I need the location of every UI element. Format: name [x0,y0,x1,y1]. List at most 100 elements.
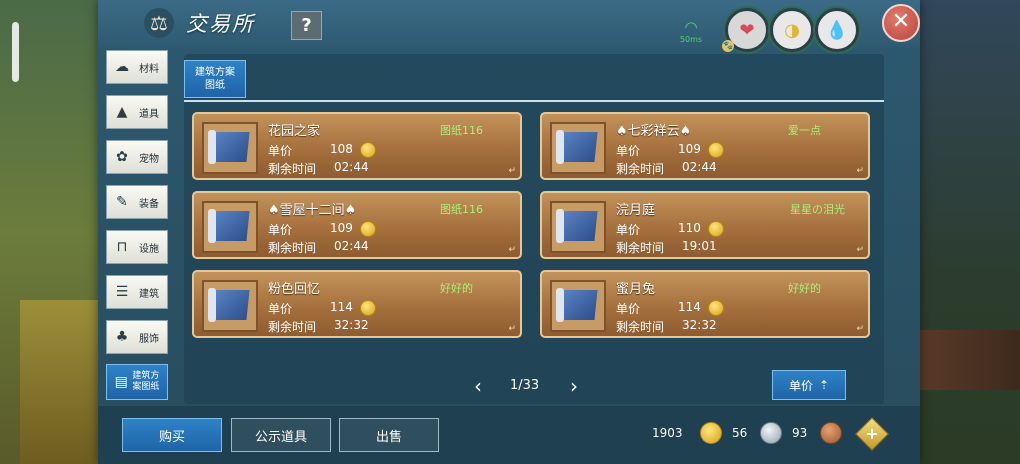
listing-name: 粉色回忆 [268,282,321,297]
gold-coin-icon [708,142,724,158]
time-label: 剩余时间 [616,162,665,176]
page-title: 交易所 [186,12,255,36]
gold-amount: 1903 [652,426,683,440]
plus-icon: + [865,424,879,443]
action-bar: 购买 公示道具 出售 1903 56 93 + [98,406,920,464]
listing-card[interactable]: 浣月庭 星星の泪光 单价 110 剩余时间 19:01 ↵ [540,191,870,259]
listing-seller: 星星の泪光 [790,203,845,216]
items-icon: ▲ [116,104,128,120]
listing-seller: 图纸116 [440,124,483,137]
exchange-window: ⚖ 交易所 ? ◠ 50ms ❤ 🐾 ◑ 💧 ✕ ☁ 材料 ▲ 道具 ✿ 宠物 … [98,0,920,464]
blueprint-thumbnail-icon [202,201,258,253]
silver-coin-icon [760,422,782,444]
listing-seller: 好好的 [440,282,473,295]
time-label: 剩余时间 [268,241,317,255]
sidebar-item-label: 建筑 [139,288,159,300]
help-button[interactable]: ? [291,11,322,40]
close-button[interactable]: ✕ [882,4,920,42]
pet-paw-icon: ✿ [116,149,128,165]
corner-ornament-icon: ↵ [508,166,516,176]
sidebar-item-building[interactable]: ☰ 建筑 [106,275,168,309]
time-label: 剩余时间 [268,162,317,176]
listing-time: 32:32 [682,318,717,332]
next-page-button[interactable]: › [570,376,578,396]
gold-coin-icon [360,142,376,158]
corner-ornament-icon: ↵ [856,324,864,334]
sidebar-item-blueprints[interactable]: ▤ 建筑方案图纸 [106,364,168,400]
sidebar-item-facility[interactable]: ⊓ 设施 [106,230,168,264]
sell-button[interactable]: 出售 [339,418,439,452]
price-label: 单价 [616,302,641,316]
sidebar-item-label: 设施 [139,243,159,255]
background-roof-right [920,330,1020,390]
sidebar-item-label: 道具 [139,108,159,120]
add-currency-button[interactable]: + [855,417,889,451]
sort-by-price-button[interactable]: 单价 ⇡ [772,370,846,400]
listings-panel: 建筑方案图纸 花园之家 图纸116 单价 108 剩余时间 02:44 ↵ ♠七… [184,54,884,404]
close-icon: ✕ [891,9,911,34]
tab-label: 建筑方案图纸 [195,67,235,91]
blueprint-thumbnail-icon [550,201,606,253]
water-stat-button[interactable]: 💧 [815,8,859,52]
sidebar-item-label: 材料 [139,63,159,75]
listing-card[interactable]: 粉色回忆 好好的 单价 114 剩余时间 32:32 ↵ [192,270,522,338]
silver-amount: 56 [732,426,748,440]
price-label: 单价 [268,144,293,158]
listing-card[interactable]: 花园之家 图纸116 单价 108 剩余时间 02:44 ↵ [192,112,522,180]
sidebar-item-materials[interactable]: ☁ 材料 [106,50,168,84]
listing-card[interactable]: ♠七彩祥云♠ 爱一点 单价 109 剩余时间 02:44 ↵ [540,112,870,180]
background-ground-left [20,300,100,464]
listing-name: ♠雪屋十二间♠ [268,203,357,218]
corner-ornament-icon: ↵ [856,166,864,176]
time-label: 剩余时间 [268,320,317,334]
tab-blueprints[interactable]: 建筑方案图纸 [184,60,246,98]
corner-ornament-icon: ↵ [508,324,516,334]
page-indicator: 1/33 [510,378,540,393]
listing-name: ♠七彩祥云♠ [616,124,692,139]
mood-stat-button[interactable]: ◑ [770,8,814,52]
gold-coin-icon [708,221,724,237]
blueprint-icon: ▤ [114,374,128,390]
ping-text: 50ms [679,35,703,44]
sidebar-item-clothing[interactable]: ♣ 服饰 [106,320,168,354]
sidebar-item-label: 宠物 [139,153,159,165]
price-label: 单价 [268,223,293,237]
facility-icon: ⊓ [116,239,128,255]
listing-seller: 好好的 [788,282,821,295]
listing-time: 02:44 [682,160,717,174]
corner-ornament-icon: ↵ [856,245,864,255]
listing-time: 02:44 [334,160,369,174]
listing-price: 114 [678,300,701,314]
time-label: 剩余时间 [616,241,665,255]
listing-card[interactable]: 蜜月兔 好好的 单价 114 剩余时间 32:32 ↵ [540,270,870,338]
wifi-icon: ◠ [684,18,698,36]
sidebar-item-equipment[interactable]: ✎ 装备 [106,185,168,219]
blueprint-thumbnail-icon [202,122,258,174]
pagination: ‹ 1/33 › [474,376,584,396]
scroll-handle[interactable] [12,22,19,82]
bronze-amount: 93 [792,426,808,440]
buy-button[interactable]: 购买 [122,418,222,452]
water-drop-icon: 💧 [825,19,849,41]
listing-price: 109 [330,221,353,235]
divider [184,100,884,102]
title-bar: ⚖ 交易所 ? ◠ 50ms ❤ 🐾 ◑ 💧 ✕ [98,0,920,52]
listing-time: 02:44 [334,239,369,253]
clothing-icon: ♣ [115,329,129,345]
sidebar-item-label: 服饰 [139,333,159,345]
sidebar-item-pets[interactable]: ✿ 宠物 [106,140,168,174]
mood-icon: ◑ [784,19,800,41]
listing-price: 110 [678,221,701,235]
bronze-coin-icon [820,422,842,444]
gold-coin-icon [360,221,376,237]
sidebar-item-items[interactable]: ▲ 道具 [106,95,168,129]
listing-name: 浣月庭 [616,203,656,218]
prev-page-button[interactable]: ‹ [474,376,482,396]
listing-name: 蜜月兔 [616,282,656,297]
equipment-icon: ✎ [116,194,128,210]
listing-card[interactable]: ♠雪屋十二间♠ 图纸116 单价 109 剩余时间 02:44 ↵ [192,191,522,259]
listing-price: 109 [678,142,701,156]
chevron-right-icon: › [570,374,578,398]
corner-ornament-icon: ↵ [508,245,516,255]
publicize-items-button[interactable]: 公示道具 [231,418,331,452]
